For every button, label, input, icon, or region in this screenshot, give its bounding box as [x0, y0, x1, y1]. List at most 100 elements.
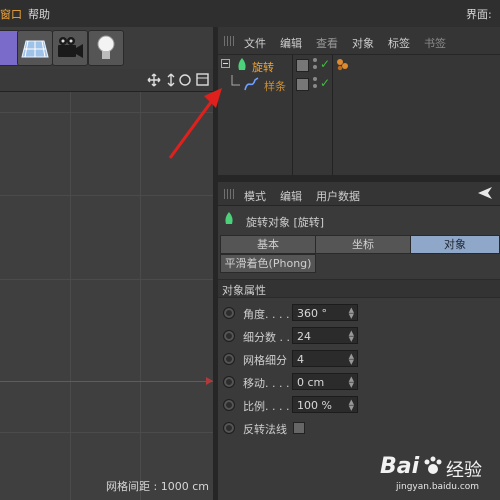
animate-dot-icon[interactable]: [223, 399, 235, 411]
back-arrow-icon[interactable]: [478, 186, 494, 200]
am-menu-user-data[interactable]: 用户数据: [316, 188, 360, 204]
spin-arrows-icon[interactable]: ▲ ▼: [349, 330, 354, 343]
spin-arrows-icon[interactable]: ▲ ▼: [349, 399, 354, 412]
om-menu-bookmarks[interactable]: 书签: [424, 35, 446, 51]
enabled-check-icon[interactable]: ✓: [320, 76, 330, 90]
x-axis-line: [0, 381, 213, 382]
grid-line: [0, 279, 213, 280]
render-visibility-dot[interactable]: [313, 65, 317, 69]
field-value: 360 °: [297, 307, 327, 320]
grid-line: [140, 92, 141, 500]
am-menu-mode[interactable]: 模式: [244, 188, 266, 204]
prop-label: 角度. . . .: [243, 308, 290, 321]
animate-dot-icon[interactable]: [223, 330, 235, 342]
prop-row-isoparm: 网格细分 4 ▲ ▼: [218, 349, 500, 369]
3d-viewport[interactable]: 网格间距 : 1000 cm: [0, 92, 213, 500]
watermark-brand: Bai: [380, 454, 420, 479]
viewport-header: [0, 69, 213, 92]
isoparm-field[interactable]: 4 ▲ ▼: [292, 350, 358, 367]
object-manager: 文件 编辑 查看 对象 标签 书签 旋转 ✓ 样条 ✓: [218, 27, 500, 175]
object-list[interactable]: 旋转 ✓ 样条 ✓: [218, 55, 500, 175]
rotate-icon[interactable]: [179, 74, 191, 86]
grid-line: [0, 195, 213, 196]
spline-object-icon: [244, 77, 259, 91]
layer-swatch[interactable]: [296, 59, 309, 72]
animate-dot-icon[interactable]: [223, 422, 235, 434]
om-menu-view[interactable]: 查看: [316, 35, 338, 51]
maximize-icon[interactable]: [196, 73, 209, 86]
prop-row-scale: 比例. . . . 100 % ▲ ▼: [218, 395, 500, 415]
expand-tree-icon[interactable]: [221, 59, 233, 71]
move-icon[interactable]: [147, 73, 161, 87]
om-menu-objects[interactable]: 对象: [352, 35, 374, 51]
floor-tool-button[interactable]: [17, 30, 53, 66]
object-name-lathe[interactable]: 旋转: [252, 59, 274, 75]
lathe-object-icon: [238, 58, 246, 70]
lathe-object-icon: [225, 212, 233, 224]
section-title: 对象属性: [222, 284, 266, 297]
enabled-check-icon[interactable]: ✓: [320, 57, 330, 71]
watermark-url: jingyan.baidu.com: [396, 482, 480, 492]
subdivision-field[interactable]: 24 ▲ ▼: [292, 327, 358, 344]
panel-divider[interactable]: [218, 175, 500, 182]
panel-grip-icon[interactable]: [224, 189, 236, 199]
tab-phong[interactable]: 平滑着色(Phong): [220, 254, 316, 273]
editor-visibility-dot[interactable]: [313, 77, 317, 81]
animate-dot-icon[interactable]: [223, 307, 235, 319]
prop-label: 细分数 . .: [243, 331, 290, 344]
tab-object[interactable]: 对象: [410, 235, 500, 254]
menu-help[interactable]: 帮助: [28, 6, 50, 22]
editor-visibility-dot[interactable]: [313, 58, 317, 62]
camera-tool-button[interactable]: [52, 30, 88, 66]
prop-label: 移动. . . .: [243, 377, 290, 390]
main-toolbar: [0, 27, 218, 69]
om-menu-file[interactable]: 文件: [244, 35, 266, 51]
am-menu-edit[interactable]: 编辑: [280, 188, 302, 204]
attribute-title: 旋转对象 [旋转]: [246, 216, 325, 229]
render-visibility-dot[interactable]: [313, 84, 317, 88]
menu-bar: 窗口 帮助 界面:: [0, 0, 500, 27]
object-properties-header: 对象属性: [218, 279, 500, 298]
layer-swatch[interactable]: [296, 78, 309, 91]
light-bulb-icon: [97, 35, 115, 59]
object-row-lathe[interactable]: 旋转 ✓: [218, 56, 500, 74]
field-value: 4: [297, 353, 304, 366]
om-menu-edit[interactable]: 编辑: [280, 35, 302, 51]
watermark-brand-suffix: 经验: [446, 460, 482, 481]
floor-grid-icon: [21, 40, 49, 58]
spin-arrows-icon[interactable]: ▲ ▼: [349, 307, 354, 320]
light-tool-button[interactable]: [88, 30, 124, 66]
tab-coordinates[interactable]: 坐标: [315, 235, 411, 254]
spin-arrows-icon[interactable]: ▲ ▼: [349, 376, 354, 389]
baidu-watermark: Bai 经验 jingyan.baidu.com: [378, 452, 498, 494]
field-value: 100 %: [297, 399, 332, 412]
om-menu-tags[interactable]: 标签: [388, 35, 410, 51]
prop-row-angle: 角度. . . . 360 ° ▲ ▼: [218, 303, 500, 323]
animate-dot-icon[interactable]: [223, 376, 235, 388]
spin-arrows-icon[interactable]: ▲ ▼: [349, 353, 354, 366]
attribute-manager-menu: 模式 编辑 用户数据: [218, 182, 500, 206]
paw-icon: [424, 456, 442, 474]
grid-line: [70, 92, 71, 500]
scale-field[interactable]: 100 % ▲ ▼: [292, 396, 358, 413]
field-value: 24: [297, 330, 311, 343]
angle-field[interactable]: 360 ° ▲ ▼: [292, 304, 358, 321]
prop-label: 反转法线: [243, 423, 287, 436]
grid-line: [0, 112, 213, 113]
menu-window[interactable]: 窗口: [0, 6, 22, 22]
object-manager-menu: 文件 编辑 查看 对象 标签 书签: [218, 27, 500, 55]
camera-icon: [58, 37, 83, 58]
phong-tag-icon[interactable]: [336, 58, 350, 72]
viewport-nav-icons: [147, 73, 209, 87]
animate-dot-icon[interactable]: [223, 353, 235, 365]
prop-label: 网格细分: [243, 354, 287, 367]
object-row-spline[interactable]: 样条 ✓: [218, 75, 500, 93]
flip-normals-checkbox[interactable]: [293, 422, 305, 434]
tab-basic[interactable]: 基本: [220, 235, 316, 254]
layout-label: 界面:: [466, 8, 492, 21]
grid-line: [0, 432, 213, 433]
panel-grip-icon[interactable]: [224, 36, 236, 46]
scroll-icon[interactable]: [167, 73, 175, 87]
move-field[interactable]: 0 cm ▲ ▼: [292, 373, 358, 390]
object-name-spline[interactable]: 样条: [264, 78, 286, 94]
